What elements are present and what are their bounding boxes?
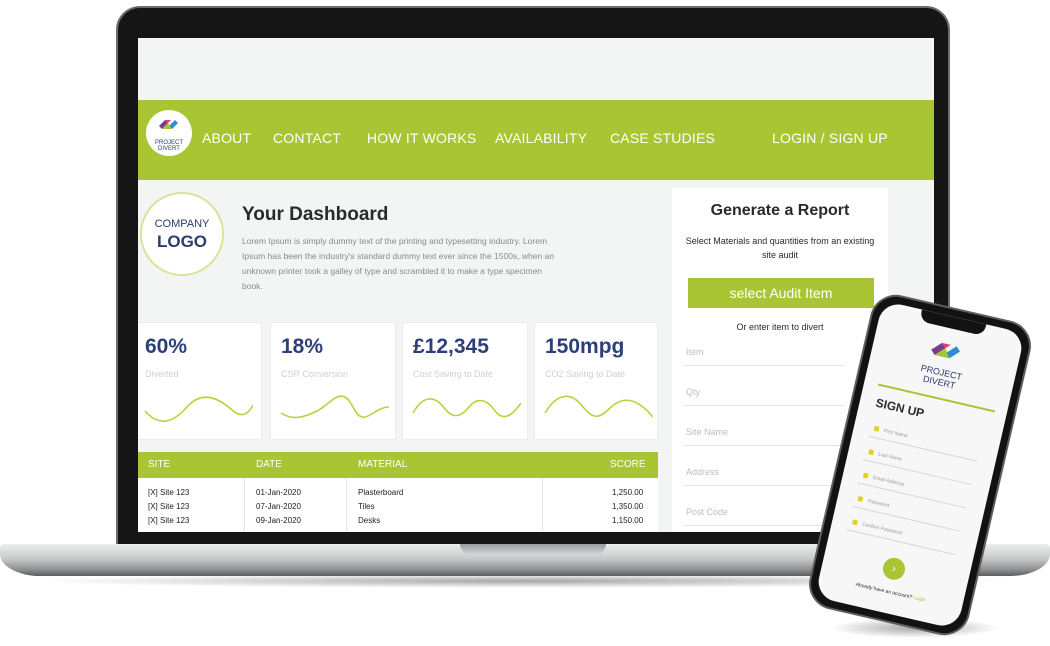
brand-line-2: DIVERT (158, 146, 180, 152)
user-icon (868, 449, 875, 456)
stat-label: Diverted (145, 369, 179, 379)
field-placeholder: Confirm Password (861, 521, 903, 537)
cell-score: 1,350.00 (612, 502, 644, 511)
stat-card-diverted: 60% Diverted (138, 322, 262, 440)
table-body: [X] Site 123 01-Jan-2020 Plasterboard 1,… (138, 478, 658, 532)
column-divider (542, 478, 543, 532)
nav-case-studies[interactable]: CASE STUDIES (610, 130, 715, 146)
column-divider (244, 478, 245, 532)
stat-card-csr-conversion: 18% CSR Conversion (270, 322, 396, 440)
cell-material: Plasterboard (358, 488, 404, 497)
column-header-score[interactable]: SCORE (610, 459, 646, 470)
company-logo-line-1: COMPANY (154, 218, 210, 230)
address-field[interactable]: Address (684, 458, 844, 486)
company-logo-line-2: LOGO (156, 232, 208, 251)
nav-availability[interactable]: AVAILABILITY (495, 130, 587, 146)
laptop-trackpad-notch (460, 544, 606, 554)
cell-date: 07-Jan-2020 (256, 502, 301, 511)
stat-value: 150mpg (545, 335, 625, 358)
table-header: SITE DATE MATERIAL SCORE (138, 452, 658, 478)
cell-material: Desks (358, 516, 381, 525)
item-field[interactable]: Item (684, 338, 844, 366)
post-code-field[interactable]: Post Code (684, 498, 844, 526)
device-mockup-scene: PROJECT DIVERT ABOUT CONTACT HOW IT WORK… (0, 0, 1050, 646)
stat-value: 60% (145, 335, 188, 358)
cell-score: 1,150.00 (612, 516, 644, 525)
page-title: Your Dashboard (242, 204, 389, 225)
phone-notch (919, 309, 987, 337)
brand-logo[interactable]: PROJECT DIVERT (146, 110, 192, 156)
top-nav: PROJECT DIVERT ABOUT CONTACT HOW IT WORK… (138, 100, 934, 180)
cell-material: Tiles (358, 502, 375, 511)
stat-label: CO2 Saving to Date (545, 369, 626, 379)
nav-how-it-works[interactable]: HOW IT WORKS (367, 130, 476, 146)
field-placeholder: Email Address (872, 474, 905, 488)
login-prompt-text: Already have an account? (855, 581, 913, 601)
stat-value: £12,345 (413, 335, 489, 358)
brand-mark-icon (159, 120, 178, 129)
stat-card-co2-saving: 150mpg CO2 Saving to Date (534, 322, 658, 440)
sparkline-icon (544, 395, 653, 418)
cell-date: 09-Jan-2020 (256, 516, 301, 525)
laptop-screen: PROJECT DIVERT ABOUT CONTACT HOW IT WORK… (138, 38, 934, 532)
nav-contact[interactable]: CONTACT (273, 130, 341, 146)
stat-value: 18% (281, 335, 324, 358)
stat-label: Cost Saving to Date (413, 369, 494, 379)
field-placeholder: Last Name (877, 451, 903, 463)
qty-field[interactable]: Qty (684, 378, 844, 406)
page-description: Lorem Ipsum is simply dummy text of the … (242, 236, 555, 291)
company-logo: COMPANY LOGO (140, 192, 224, 276)
nav-about[interactable]: ABOUT (202, 130, 251, 146)
sparkline-icon (280, 395, 389, 419)
signup-title: SIGN UP (874, 395, 926, 421)
chevron-right-icon: › (890, 562, 898, 576)
site-name-field[interactable]: Site Name (684, 418, 844, 446)
cell-site: [X] Site 123 (148, 488, 190, 497)
column-header-material[interactable]: MATERIAL (358, 459, 407, 470)
nav-login-signup[interactable]: LOGIN / SIGN UP (772, 130, 888, 146)
column-header-date[interactable]: DATE (256, 459, 282, 470)
sparkline-icon (412, 398, 521, 418)
stat-label: CSR Conversion (281, 369, 349, 379)
or-enter-item-label: Or enter item to divert (736, 322, 824, 332)
field-placeholder: First Name (883, 428, 909, 440)
login-link[interactable]: Login (913, 595, 926, 604)
cell-site: [X] Site 123 (148, 502, 190, 511)
lock-icon (851, 519, 858, 526)
report-subtitle: Select Materials and quantities from an … (685, 236, 875, 260)
field-placeholder: Password (866, 498, 890, 509)
cell-site: [X] Site 123 (148, 516, 190, 525)
submit-button[interactable]: › (880, 555, 908, 583)
cell-date: 01-Jan-2020 (256, 488, 301, 497)
sparkline-icon (144, 396, 253, 422)
report-title: Generate a Report (710, 202, 850, 219)
cell-score: 1,250.00 (612, 488, 644, 497)
brand-logo-text: PROJECT DIVERT (146, 140, 192, 152)
user-icon (873, 425, 880, 432)
column-divider (346, 478, 347, 532)
mail-icon (862, 472, 869, 479)
stat-card-cost-saving: £12,345 Cost Saving to Date (402, 322, 528, 440)
select-audit-item-button[interactable]: select Audit Item (688, 278, 874, 308)
column-header-site[interactable]: SITE (148, 459, 170, 470)
lock-icon (857, 495, 864, 502)
